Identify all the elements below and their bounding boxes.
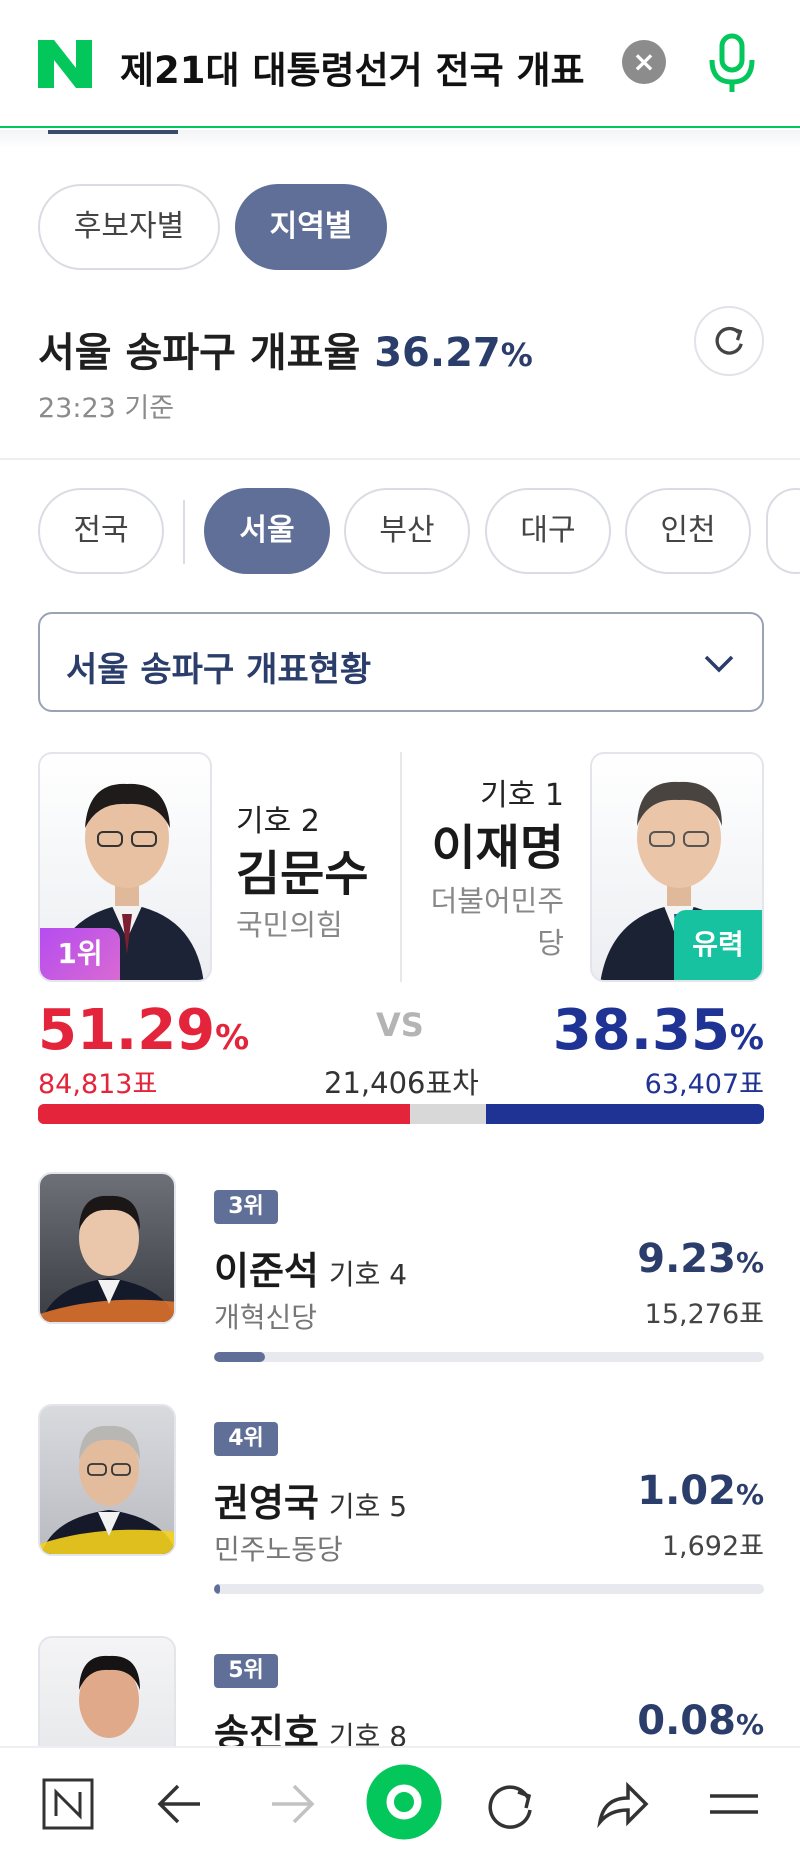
candidate-percent: 51.29% xyxy=(38,998,249,1063)
rank-badge: 5위 xyxy=(214,1654,278,1688)
naver-logo-icon[interactable] xyxy=(36,38,94,90)
green-dot-icon[interactable] xyxy=(364,1762,444,1842)
percent-unit: % xyxy=(735,1708,764,1741)
percent-value: 51.29 xyxy=(38,998,216,1063)
vote-difference: 21,406표차 xyxy=(324,1066,479,1100)
candidate-party-line: 당 xyxy=(537,926,564,960)
tab-label: 지역별 xyxy=(269,209,353,244)
candidate-votes: 84,813표 xyxy=(38,1069,158,1100)
candidate-party: 더불어민주 당 xyxy=(431,880,564,964)
region-label: 인천 xyxy=(660,513,716,548)
candidate-percent: 38.35% xyxy=(553,998,764,1063)
region-chip-daegu[interactable]: 대구 xyxy=(485,488,611,574)
candidate-name-text: 권영국 xyxy=(214,1481,319,1525)
vote-share-fill xyxy=(214,1352,265,1362)
percent-value: 1.02 xyxy=(637,1468,736,1514)
percent-unit: % xyxy=(215,1018,250,1058)
status-badge: 유력 xyxy=(674,910,762,980)
candidate-votes: 15,276표 xyxy=(644,1299,764,1330)
candidate-party: 개혁신당 xyxy=(214,1301,318,1334)
candidate-portrait xyxy=(40,1425,174,1554)
candidate-photo-kim-moonsoo[interactable]: 1위 xyxy=(38,752,212,982)
tab-label: 후보자별 xyxy=(73,209,185,244)
candidate-name[interactable]: 이재명 xyxy=(432,808,564,878)
vote-share-right xyxy=(486,1104,764,1124)
section-divider xyxy=(0,458,800,460)
region-label: 전국 xyxy=(73,513,129,548)
versus-divider xyxy=(400,752,402,982)
vote-share-bar xyxy=(214,1584,764,1594)
candidate-percent: 9.23% xyxy=(637,1236,764,1282)
region-label: 서울 xyxy=(239,513,295,548)
candidate-name-text: 이준석 xyxy=(214,1249,319,1293)
candidate-photo-kwon-youngkook[interactable] xyxy=(38,1404,176,1556)
tab-by-candidate[interactable]: 후보자별 xyxy=(38,184,220,270)
candidate-votes: 1,692표 xyxy=(661,1531,764,1562)
refresh-icon[interactable] xyxy=(694,306,764,376)
candidate-name[interactable]: 이준석 기호 4 xyxy=(214,1240,407,1295)
counting-rate-title: 서울 송파구 개표율 36.27% xyxy=(38,320,533,378)
candidate-party-line: 더불어민주 xyxy=(430,884,564,918)
candidate-number: 기호 5 xyxy=(328,1490,408,1523)
candidate-name[interactable]: 김문수 xyxy=(236,834,368,904)
vote-share-bar xyxy=(214,1352,764,1362)
candidate-party: 국민의힘 xyxy=(236,908,343,942)
bottom-navigation xyxy=(0,1746,800,1862)
candidate-number: 기호 4 xyxy=(328,1258,408,1291)
vote-share-bar xyxy=(38,1104,764,1124)
versus-label: VS xyxy=(376,1006,424,1044)
share-icon[interactable] xyxy=(590,1772,654,1836)
percent-value: 9.23 xyxy=(637,1236,736,1282)
microphone-icon[interactable] xyxy=(704,32,760,96)
candidate-name[interactable]: 권영국 기호 5 xyxy=(214,1472,407,1527)
menu-icon[interactable] xyxy=(702,1772,766,1836)
region-separator xyxy=(183,500,185,564)
back-arrow-icon[interactable] xyxy=(148,1772,212,1836)
counting-rate-unit: % xyxy=(500,336,533,374)
forward-arrow-icon[interactable] xyxy=(260,1772,324,1836)
percent-value: 0.08 xyxy=(637,1698,736,1744)
rank-badge: 1위 xyxy=(40,928,120,980)
vote-share-fill xyxy=(214,1584,220,1594)
tab-by-region[interactable]: 지역별 xyxy=(235,184,387,270)
vote-share-left xyxy=(38,1104,410,1124)
chevron-down-icon xyxy=(704,655,734,673)
percent-unit: % xyxy=(735,1478,764,1511)
percent-unit: % xyxy=(729,1018,764,1058)
region-chip-incheon[interactable]: 인천 xyxy=(625,488,751,574)
rank-badge: 3위 xyxy=(214,1190,278,1224)
candidate-percent: 1.02% xyxy=(637,1468,764,1514)
candidate-votes: 63,407표 xyxy=(644,1069,764,1100)
region-chip-seoul[interactable]: 서울 xyxy=(204,488,330,574)
counting-rate-value: 36.27 xyxy=(374,330,501,376)
candidate-photo-lee-junseok[interactable] xyxy=(38,1172,176,1324)
search-header: 제21대 대통령선거 전국 개표 × xyxy=(0,0,800,128)
candidate-percent: 0.08% xyxy=(637,1698,764,1744)
naver-home-icon[interactable] xyxy=(36,1772,100,1836)
region-label: 대구 xyxy=(520,513,576,548)
reload-icon[interactable] xyxy=(478,1772,542,1836)
results-tab-underline xyxy=(0,130,800,148)
close-icon[interactable]: × xyxy=(622,40,666,84)
percent-value: 38.35 xyxy=(552,998,730,1063)
region-label: 부산 xyxy=(379,513,435,548)
candidate-portrait xyxy=(40,1195,174,1322)
percent-unit: % xyxy=(735,1246,764,1279)
counting-timestamp: 23:23 기준 xyxy=(38,393,175,424)
region-chip-national[interactable]: 전국 xyxy=(38,488,164,574)
candidate-party: 민주노동당 xyxy=(214,1533,343,1566)
district-select[interactable]: 서울 송파구 개표현황 xyxy=(38,612,764,712)
region-chip-busan[interactable]: 부산 xyxy=(344,488,470,574)
candidate-photo-lee-jaemyung[interactable]: 유력 xyxy=(590,752,764,982)
region-chip-more[interactable] xyxy=(766,488,800,574)
rank-badge: 4위 xyxy=(214,1422,278,1456)
search-input[interactable]: 제21대 대통령선거 전국 개표 xyxy=(120,40,585,94)
counting-rate-prefix: 서울 송파구 개표율 xyxy=(38,330,361,376)
district-select-label: 서울 송파구 개표현황 xyxy=(66,650,372,690)
